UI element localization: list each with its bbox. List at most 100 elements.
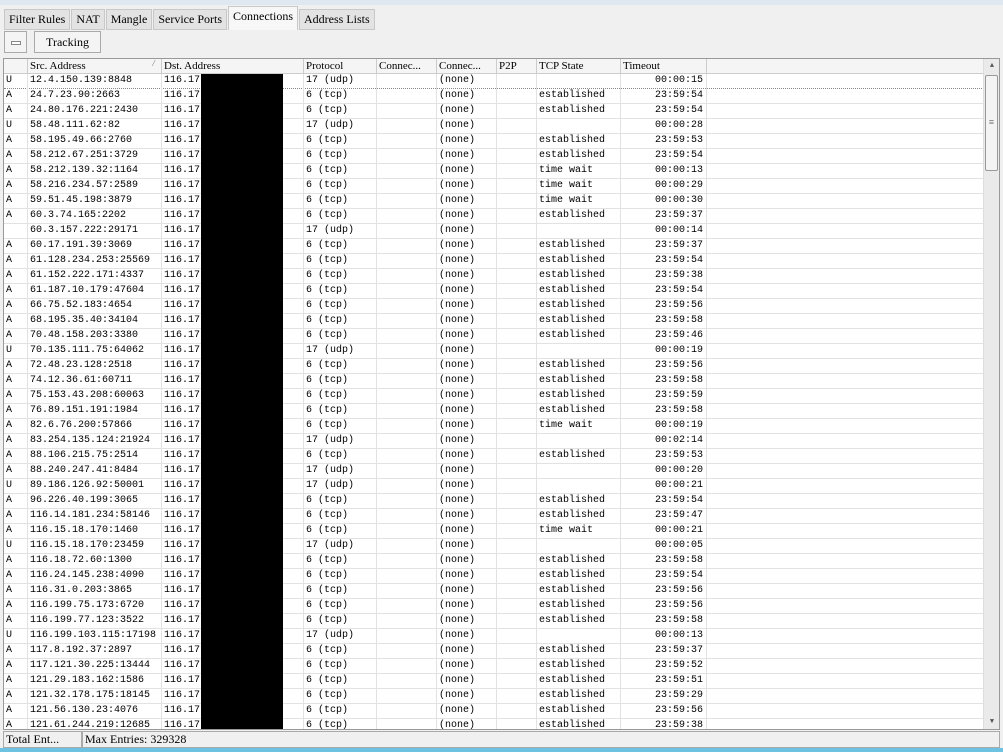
cell-connection-mark	[377, 299, 437, 314]
tab-mangle[interactable]: Mangle	[105, 9, 153, 30]
tab-address-lists[interactable]: Address Lists	[299, 9, 375, 30]
cell-timeout: 00:00:29	[621, 179, 707, 194]
cell-connection-type: (none)	[437, 674, 497, 689]
column-header-src-address[interactable]: Src. Address	[28, 59, 162, 74]
cell-connection-mark	[377, 119, 437, 134]
table-row[interactable]: A 121.61.244.219:12685 116.17. 6 (tcp) (none…	[4, 719, 984, 729]
cell-connection-type: (none)	[437, 209, 497, 224]
table-row[interactable]: U 116.199.103.115:17198 116.17. 17 (udp) (no…	[4, 629, 984, 644]
scroll-thumb[interactable]: ≡	[985, 75, 998, 171]
tracking-button[interactable]: Tracking	[34, 31, 101, 53]
table-row[interactable]: A 117.121.30.225:13444 116.17. 6 (tcp) (none…	[4, 659, 984, 674]
table-row[interactable]: A 61.152.222.171:4337 116.17. 6 (tcp) (none)…	[4, 269, 984, 284]
table-row[interactable]: A 88.106.215.75:2514 116.17. 6 (tcp) (none) e…	[4, 449, 984, 464]
table-row[interactable]: A 58.195.49.66:2760 116.17. 6 (tcp) (none) es…	[4, 134, 984, 149]
table-row[interactable]: A 117.8.192.37:2897 116.17. 6 (tcp) (none) es…	[4, 644, 984, 659]
cell-timeout: 00:00:19	[621, 419, 707, 434]
cell-connection-type: (none)	[437, 134, 497, 149]
cell-tcp-state: established	[537, 509, 621, 524]
tab-connections[interactable]: Connections	[228, 6, 298, 30]
cell-timeout: 23:59:54	[621, 569, 707, 584]
cell-p2p	[497, 404, 537, 419]
cell-src-address: 58.212.67.251:3729	[28, 149, 162, 164]
table-row[interactable]: A 74.12.36.61:60711 116.17. 6 (tcp) (none) es…	[4, 374, 984, 389]
table-row[interactable]: A 60.17.191.39:3069 116.17. 6 (tcp) (none) es…	[4, 239, 984, 254]
column-header-timeout[interactable]: Timeout	[621, 59, 707, 74]
cell-connection-type: (none)	[437, 584, 497, 599]
table-row[interactable]: U 12.4.150.139:8848 116.17. 17 (udp) (none) 0…	[4, 74, 984, 89]
table-row[interactable]: A 116.199.75.173:6720 116.17. 6 (tcp) (none)…	[4, 599, 984, 614]
cell-connection-mark	[377, 464, 437, 479]
table-row[interactable]: A 61.128.234.253:25569 116.17. 6 (tcp) (none…	[4, 254, 984, 269]
cell-protocol: 6 (tcp)	[304, 149, 377, 164]
cell-flag: A	[4, 554, 28, 569]
tab-filter-rules[interactable]: Filter Rules	[4, 9, 71, 30]
cell-p2p	[497, 494, 537, 509]
table-row[interactable]: A 70.48.158.203:3380 116.17. 6 (tcp) (none) e…	[4, 329, 984, 344]
table-row[interactable]: A 116.18.72.60:1300 116.17. 6 (tcp) (none) es…	[4, 554, 984, 569]
column-header-tcp-state[interactable]: TCP State	[537, 59, 621, 74]
column-header-connection-type[interactable]: Connec...	[437, 59, 497, 74]
column-header-dst-address[interactable]: Dst. Address	[162, 59, 304, 74]
table-row[interactable]: A 61.187.10.179:47604 116.17. 6 (tcp) (none)…	[4, 284, 984, 299]
cell-connection-mark	[377, 104, 437, 119]
cell-connection-mark	[377, 359, 437, 374]
table-row[interactable]: A 66.75.52.183:4654 116.17. 6 (tcp) (none) es…	[4, 299, 984, 314]
table-row[interactable]: A 96.226.40.199:3065 116.17. 6 (tcp) (none) e…	[4, 494, 984, 509]
tab-service-ports[interactable]: Service Ports	[153, 9, 227, 30]
cell-flag: A	[4, 719, 28, 729]
scroll-down-icon[interactable]: ▼	[984, 715, 999, 729]
table-row[interactable]: A 116.24.145.238:4090 116.17. 6 (tcp) (none)…	[4, 569, 984, 584]
table-row[interactable]: A 82.6.76.200:57866 116.17. 6 (tcp) (none) ti…	[4, 419, 984, 434]
table-row[interactable]: A 58.216.234.57:2589 116.17. 6 (tcp) (none) t…	[4, 179, 984, 194]
table-row[interactable]: A 24.80.176.221:2430 116.17. 6 (tcp) (none) e…	[4, 104, 984, 119]
table-row[interactable]: U 116.15.18.170:23459 116.17. 17 (udp) (none…	[4, 539, 984, 554]
cell-connection-type: (none)	[437, 404, 497, 419]
column-header-flag[interactable]	[4, 59, 28, 74]
table-row[interactable]: U 70.135.111.75:64062 116.17. 17 (udp) (none…	[4, 344, 984, 359]
cell-connection-mark	[377, 314, 437, 329]
table-row[interactable]: A 72.48.23.128:2518 116.17. 6 (tcp) (none) es…	[4, 359, 984, 374]
remove-button[interactable]	[4, 31, 27, 53]
column-header-protocol[interactable]: Protocol	[304, 59, 377, 74]
table-row[interactable]: A 24.7.23.90:2663 116.17. 6 (tcp) (none) esta…	[4, 89, 984, 104]
table-row[interactable]: A 58.212.67.251:3729 116.17. 6 (tcp) (none) e…	[4, 149, 984, 164]
cell-tcp-state: established	[537, 614, 621, 629]
cell-protocol: 6 (tcp)	[304, 584, 377, 599]
cell-connection-mark	[377, 704, 437, 719]
cell-tcp-state	[537, 479, 621, 494]
cell-timeout: 00:00:13	[621, 629, 707, 644]
table-row[interactable]: U 58.48.111.62:82 116.17. 17 (udp) (none) 00:…	[4, 119, 984, 134]
table-row[interactable]: A 88.240.247.41:8484 116.17. 17 (udp) (none)…	[4, 464, 984, 479]
table-row[interactable]: A 60.3.74.165:2202 116.17. 6 (tcp) (none) est…	[4, 209, 984, 224]
table-row[interactable]: A 121.32.178.175:18145 116.17. 6 (tcp) (none…	[4, 689, 984, 704]
table-row[interactable]: A 121.56.130.23:4076 116.17. 6 (tcp) (none) e…	[4, 704, 984, 719]
table-row[interactable]: A 83.254.135.124:21924 116.17. 17 (udp) (non…	[4, 434, 984, 449]
table-row[interactable]: A 75.153.43.208:60063 116.17. 6 (tcp) (none)…	[4, 389, 984, 404]
cell-timeout: 23:59:38	[621, 269, 707, 284]
cell-tcp-state: established	[537, 134, 621, 149]
table-row[interactable]: A 76.89.151.191:1984 116.17. 6 (tcp) (none) e…	[4, 404, 984, 419]
vertical-scrollbar[interactable]: ▲ ≡ ▼	[983, 59, 999, 729]
cell-src-address: 68.195.35.40:34104	[28, 314, 162, 329]
scroll-up-icon[interactable]: ▲	[984, 59, 999, 73]
table-row[interactable]: A 68.195.35.40:34104 116.17. 6 (tcp) (none) e…	[4, 314, 984, 329]
table-row[interactable]: A 116.199.77.123:3522 116.17. 6 (tcp) (none)…	[4, 614, 984, 629]
cell-connection-type: (none)	[437, 389, 497, 404]
table-row[interactable]: A 116.15.18.170:1460 116.17. 6 (tcp) (none) t…	[4, 524, 984, 539]
cell-tcp-state: established	[537, 704, 621, 719]
table-row[interactable]: A 116.31.0.203:3865 116.17. 6 (tcp) (none) es…	[4, 584, 984, 599]
cell-tcp-state: time wait	[537, 194, 621, 209]
table-row[interactable]: A 121.29.183.162:1586 116.17. 6 (tcp) (none)…	[4, 674, 984, 689]
cell-p2p	[497, 149, 537, 164]
tab-nat[interactable]: NAT	[71, 9, 105, 30]
cell-connection-type: (none)	[437, 464, 497, 479]
table-row[interactable]: A 116.14.181.234:58146 116.17. 6 (tcp) (none…	[4, 509, 984, 524]
table-row[interactable]: 60.3.157.222:29171 116.17. 17 (udp) (none) 0…	[4, 224, 984, 239]
table-row[interactable]: U 89.186.126.92:50001 116.17. 17 (udp) (none…	[4, 479, 984, 494]
table-row[interactable]: A 59.51.45.198:3879 116.17. 6 (tcp) (none) ti…	[4, 194, 984, 209]
column-header-p2p[interactable]: P2P	[497, 59, 537, 74]
table-row[interactable]: A 58.212.139.32:1164 116.17. 6 (tcp) (none) t…	[4, 164, 984, 179]
cell-protocol: 6 (tcp)	[304, 509, 377, 524]
column-header-connection-mark[interactable]: Connec...	[377, 59, 437, 74]
